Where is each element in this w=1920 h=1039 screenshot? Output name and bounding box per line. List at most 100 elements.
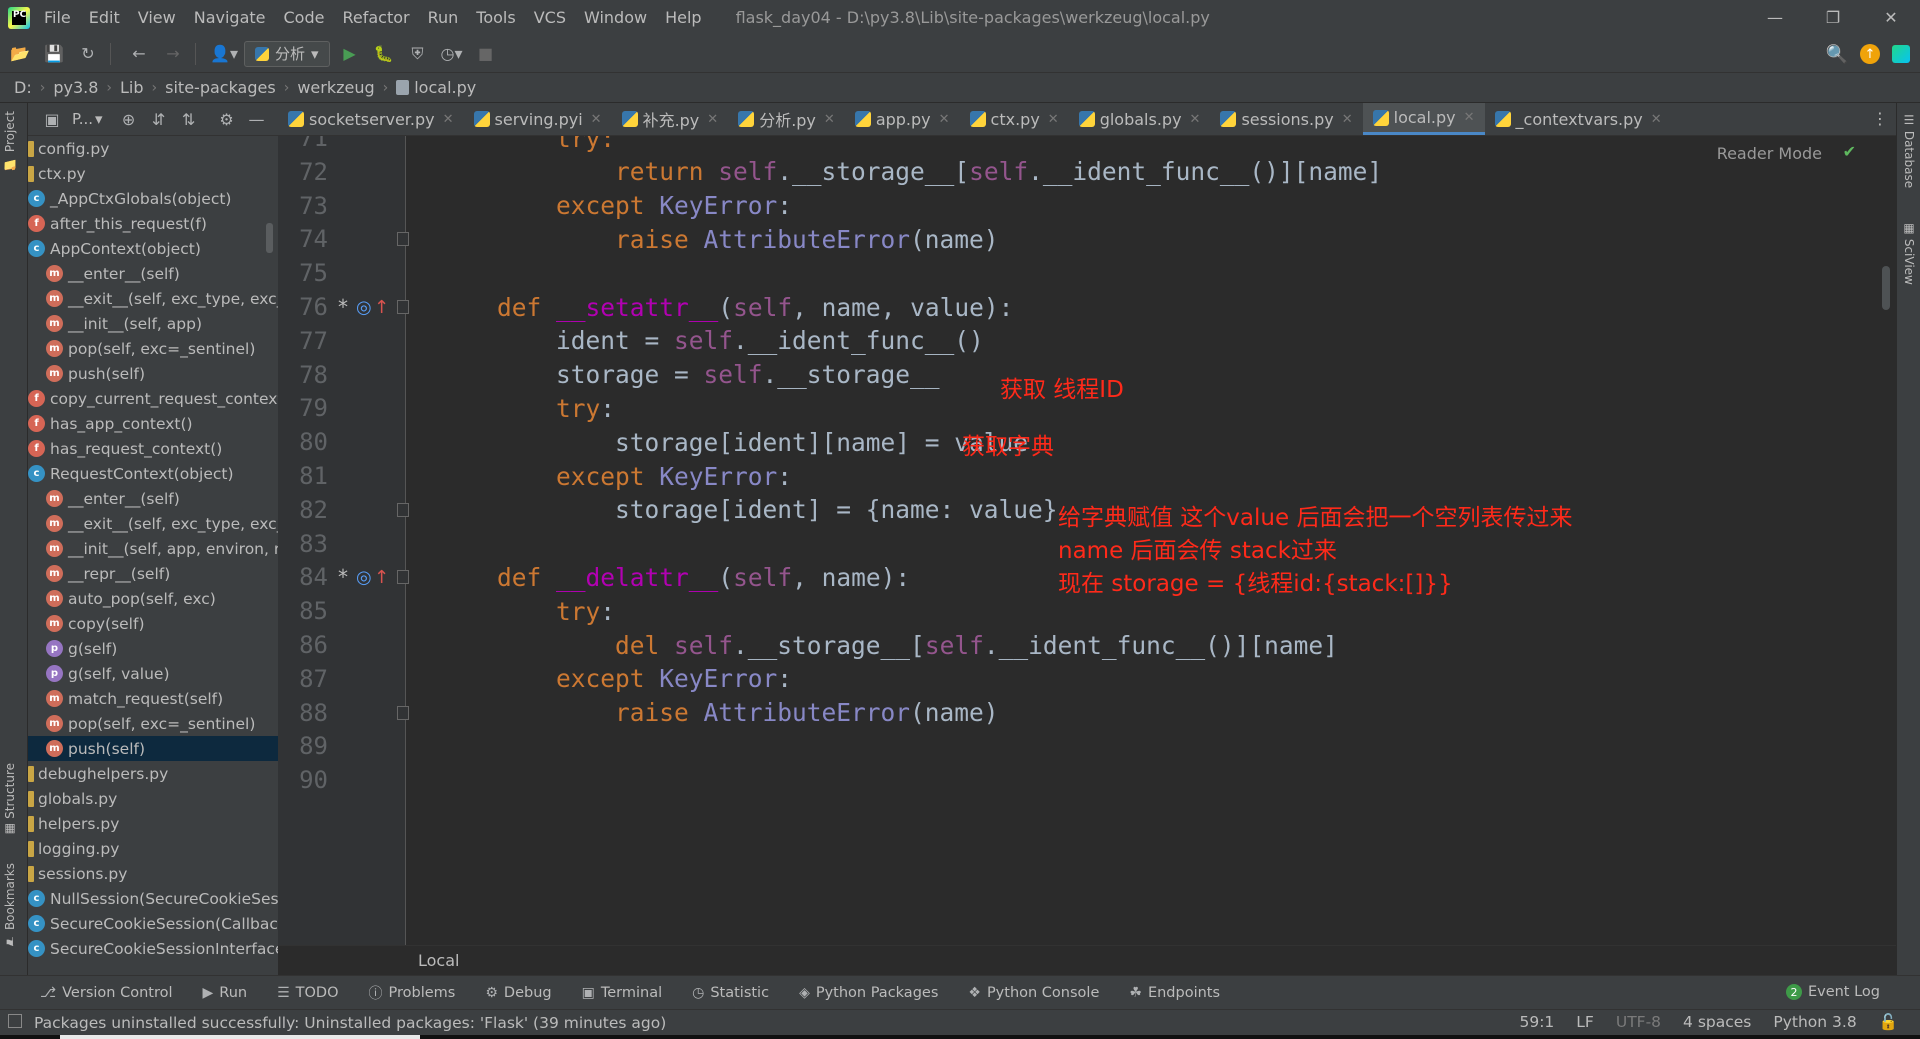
menu-file[interactable]: File	[44, 8, 71, 27]
tree-item[interactable]: p g(self, value)	[28, 661, 278, 686]
breadcrumb-item[interactable]: werkzeug	[297, 78, 374, 97]
overrides-icon[interactable]: ◎	[356, 297, 372, 318]
update-icon[interactable]: ↑	[1860, 44, 1880, 64]
close-icon[interactable]: ✕	[1862, 0, 1920, 35]
bottom-tab-problems[interactable]: ⓘ Problems	[369, 983, 456, 1003]
python-interpreter[interactable]: Python 3.8	[1773, 1013, 1856, 1031]
back-arrow-icon[interactable]: ←	[125, 40, 153, 68]
lock-icon[interactable]: 🔓	[1879, 1013, 1898, 1031]
close-tab-icon[interactable]: ✕	[443, 112, 454, 127]
tree-item[interactable]: m match_request(self)	[28, 686, 278, 711]
breadcrumb-item[interactable]: Lib	[120, 78, 144, 97]
editor-tab[interactable]: app.py ✕	[845, 103, 960, 135]
fold-marker-icon[interactable]	[397, 705, 409, 720]
tree-item[interactable]: m pop(self, exc=_sentinel)	[28, 711, 278, 736]
sciview-tool-tab[interactable]: ▦ SciView	[1902, 221, 1916, 285]
tree-item[interactable]: ctx.py	[28, 161, 278, 186]
tree-item[interactable]: m __exit__(self, exc_type, exc_	[28, 286, 278, 311]
menu-view[interactable]: View	[138, 8, 176, 27]
tree-item[interactable]: c AppContext(object)	[28, 236, 278, 261]
tree-item[interactable]: config.py	[28, 136, 278, 161]
tree-item[interactable]: m push(self)	[28, 736, 278, 761]
editor-scrollbar[interactable]	[1882, 266, 1890, 310]
tree-item[interactable]: m __init__(self, app, environ, re	[28, 536, 278, 561]
close-tab-icon[interactable]: ✕	[1190, 112, 1201, 127]
run-configuration-select[interactable]: 分析 ▾	[244, 40, 330, 67]
hide-panel-icon[interactable]: —	[247, 109, 267, 129]
menu-window[interactable]: Window	[584, 8, 647, 27]
tree-item[interactable]: globals.py	[28, 786, 278, 811]
line-separator[interactable]: LF	[1576, 1013, 1594, 1031]
bookmarks-tool-tab[interactable]: ⚑ Bookmarks	[3, 863, 17, 948]
database-tool-tab[interactable]: ☰ Database	[1902, 113, 1916, 188]
collapse-all-icon[interactable]: ⇅	[179, 109, 199, 129]
project-view-select[interactable]: P...	[72, 110, 93, 128]
breadcrumb-item[interactable]: D:	[14, 78, 32, 97]
more-tabs-icon[interactable]: ⋮	[1872, 109, 1888, 128]
restore-icon[interactable]: ❐	[1804, 0, 1862, 35]
close-tab-icon[interactable]: ✕	[1342, 112, 1353, 127]
tree-item[interactable]: p g(self)	[28, 636, 278, 661]
profile-icon[interactable]: ◷▾	[438, 40, 466, 68]
event-log-button[interactable]: 2 Event Log	[1785, 984, 1880, 1000]
editor-tab[interactable]: 补充.py ✕	[612, 103, 729, 135]
expand-all-icon[interactable]: ⇵	[149, 109, 169, 129]
tree-item[interactable]: m __enter__(self)	[28, 261, 278, 286]
status-message[interactable]: Packages uninstalled successfully: Unins…	[34, 1014, 666, 1032]
tree-item[interactable]: m __exit__(self, exc_type, exc_	[28, 511, 278, 536]
editor-tab[interactable]: 分析.py ✕	[728, 103, 845, 135]
chevron-down-icon[interactable]: ▾	[95, 110, 103, 128]
menu-tools[interactable]: Tools	[476, 8, 515, 27]
sync-icon[interactable]: ↻	[74, 40, 102, 68]
tree-item[interactable]: m auto_pop(self, exc)	[28, 586, 278, 611]
breadcrumb-item[interactable]: py3.8	[53, 78, 98, 97]
bottom-tab-statistic[interactable]: ◷ Statistic	[692, 985, 769, 1001]
tree-item[interactable]: m __repr__(self)	[28, 561, 278, 586]
editor-tab[interactable]: _contextvars.py ✕	[1485, 103, 1672, 135]
close-tab-icon[interactable]: ✕	[1048, 112, 1059, 127]
implements-arrow-icon[interactable]: ↑	[374, 297, 389, 318]
tree-item[interactable]: f has_app_context()	[28, 411, 278, 436]
inspection-ok-icon[interactable]: ✔	[1843, 142, 1856, 161]
tree-item[interactable]: m copy(self)	[28, 611, 278, 636]
jetbrains-toolbox-icon[interactable]	[1892, 45, 1910, 63]
tree-item[interactable]: sessions.py	[28, 861, 278, 886]
tree-item[interactable]: f has_request_context()	[28, 436, 278, 461]
user-icon[interactable]: 👤▾	[210, 40, 238, 68]
tree-item[interactable]: m pop(self, exc=_sentinel)	[28, 336, 278, 361]
bottom-tab-todo[interactable]: ☰ TODO	[277, 985, 338, 1001]
menu-refactor[interactable]: Refactor	[342, 8, 409, 27]
coverage-icon[interactable]: ⛨	[404, 40, 432, 68]
bottom-tab-version-control[interactable]: ⎇ Version Control	[40, 985, 172, 1001]
panel-toggle-icon[interactable]	[8, 1014, 22, 1028]
breadcrumb-item[interactable]: local.py	[414, 78, 476, 97]
editor-tab[interactable]: socketserver.py ✕	[278, 103, 464, 135]
caret-position[interactable]: 59:1	[1519, 1013, 1554, 1031]
bottom-tab-python-packages[interactable]: ◈ Python Packages	[799, 985, 938, 1001]
menu-navigate[interactable]: Navigate	[194, 8, 266, 27]
stop-icon[interactable]: ■	[472, 40, 500, 68]
tree-item[interactable]: debughelpers.py	[28, 761, 278, 786]
close-tab-icon[interactable]: ✕	[939, 112, 950, 127]
tree-item[interactable]: helpers.py	[28, 811, 278, 836]
forward-arrow-icon[interactable]: →	[159, 40, 187, 68]
structure-tool-tab[interactable]: ▦ Structure	[3, 763, 17, 837]
debug-icon[interactable]: 🐛	[370, 40, 398, 68]
editor-tab[interactable]: sessions.py ✕	[1210, 103, 1362, 135]
editor-tab[interactable]: ctx.py ✕	[960, 103, 1069, 135]
bottom-tab-debug[interactable]: ⚙ Debug	[485, 985, 551, 1001]
minimize-icon[interactable]: —	[1746, 0, 1804, 35]
tree-item[interactable]: f after_this_request(f)	[28, 211, 278, 236]
editor-tab[interactable]: local.py ✕	[1362, 103, 1485, 135]
fold-marker-icon[interactable]	[397, 300, 409, 314]
open-folder-icon[interactable]: 📂	[6, 40, 34, 68]
tree-item[interactable]: m __init__(self, app)	[28, 311, 278, 336]
close-tab-icon[interactable]: ✕	[591, 112, 602, 127]
bottom-tab-endpoints[interactable]: ☘ Endpoints	[1129, 985, 1220, 1001]
tree-item[interactable]: logging.py	[28, 836, 278, 861]
search-icon[interactable]: 🔍	[1826, 44, 1848, 65]
structure-crumb-item[interactable]: Local	[418, 951, 459, 970]
bottom-tab-python-console[interactable]: ❖ Python Console	[968, 985, 1099, 1001]
close-tab-icon[interactable]: ✕	[1651, 112, 1662, 127]
indent-setting[interactable]: 4 spaces	[1683, 1013, 1751, 1031]
